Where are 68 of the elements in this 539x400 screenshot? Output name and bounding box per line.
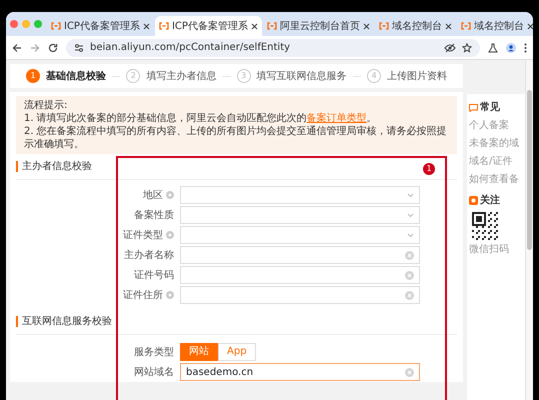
section-title: 主办者信息校验 xyxy=(16,161,92,172)
browser-tab[interactable]: ICP代备案管理系 xyxy=(47,16,154,36)
step-label: 填写主办者信息 xyxy=(146,70,216,84)
clear-icon[interactable] xyxy=(405,270,414,280)
field-label: 地区 xyxy=(143,188,163,202)
clear-icon[interactable] xyxy=(405,368,414,376)
field-label: 主办者名称 xyxy=(124,248,174,262)
site-icon xyxy=(266,22,277,30)
step-label: 基础信息校验 xyxy=(46,70,106,84)
notice-text: 2. 您在备案流程中填写的所有内容、上传的所有图片均会提交至通信管理局审核，请务必按照提示准确填写。 xyxy=(24,125,448,151)
select-field[interactable] xyxy=(180,206,420,224)
close-window-button[interactable] xyxy=(10,20,18,28)
site-settings-icon[interactable] xyxy=(74,42,84,52)
field-label: 备案性质 xyxy=(134,208,174,222)
eye-slash-icon[interactable] xyxy=(444,42,456,52)
clear-icon[interactable] xyxy=(405,290,414,300)
flask-icon[interactable] xyxy=(488,42,498,52)
reload-icon[interactable] xyxy=(48,42,58,52)
sidebar-title: 关注 xyxy=(480,193,500,208)
section-title: 互联网信息服务校验 xyxy=(16,316,112,327)
field-label: 服务类型 xyxy=(134,346,174,360)
input-field[interactable] xyxy=(180,246,420,264)
browser-tab[interactable]: 域名控制台 xyxy=(456,16,533,36)
qr-code-image xyxy=(472,212,500,240)
field-label: 网站域名 xyxy=(134,366,174,380)
step-number: 2 xyxy=(126,69,140,83)
browser-tab[interactable]: 阿里云控制台首页 xyxy=(262,16,374,36)
caret-down-icon xyxy=(407,232,414,238)
caret-down-icon xyxy=(407,212,414,218)
step-label: 填写互联网信息服务 xyxy=(256,70,347,84)
close-icon[interactable] xyxy=(362,22,370,30)
caret-down-icon xyxy=(407,192,414,198)
select-field[interactable] xyxy=(180,186,420,204)
notice-text: 1. 请填写此次备案的部分基础信息，阿里云会自动匹配您此次的备案订单类型。 xyxy=(24,112,378,125)
zoom-window-button[interactable] xyxy=(34,20,42,28)
site-icon xyxy=(51,22,61,30)
qr-caption: 微信扫码 xyxy=(469,242,510,257)
browser-tab[interactable]: 域名控制台 xyxy=(374,16,456,36)
close-icon[interactable] xyxy=(526,22,533,30)
step-number: 1 xyxy=(26,69,40,83)
more-icon[interactable] xyxy=(524,42,527,52)
step-label: 上传图片资料 xyxy=(386,70,447,84)
site-icon xyxy=(378,22,389,30)
field-label: 证件号码 xyxy=(134,268,174,282)
site-icon xyxy=(460,22,471,30)
select-field[interactable] xyxy=(180,226,420,244)
star-icon[interactable] xyxy=(462,42,472,52)
browser-tab[interactable]: ICP代备案管理系 xyxy=(154,16,262,36)
back-arrow-icon[interactable] xyxy=(12,42,22,52)
notice-title: 流程提示: xyxy=(24,99,68,112)
site-icon xyxy=(158,22,169,30)
close-icon[interactable] xyxy=(444,22,452,30)
close-icon[interactable] xyxy=(142,22,150,30)
input-field[interactable]: basedemo.cn xyxy=(180,363,420,381)
step-number: 3 xyxy=(236,69,251,83)
forward-arrow-icon[interactable] xyxy=(30,42,40,52)
profile-icon[interactable] xyxy=(506,42,516,52)
minimize-window-button[interactable] xyxy=(22,20,30,28)
field-label: 证件类型 xyxy=(123,228,163,242)
clear-icon[interactable] xyxy=(405,250,414,260)
field-label: 证件住所 xyxy=(123,288,163,302)
chat-icon xyxy=(469,104,478,112)
input-field[interactable] xyxy=(180,266,420,284)
input-field[interactable] xyxy=(180,286,420,304)
scrollbar-thumb[interactable] xyxy=(527,90,532,250)
step-number: 4 xyxy=(366,69,381,83)
sidebar-title: 常见 xyxy=(480,100,500,115)
close-icon[interactable] xyxy=(250,22,258,30)
